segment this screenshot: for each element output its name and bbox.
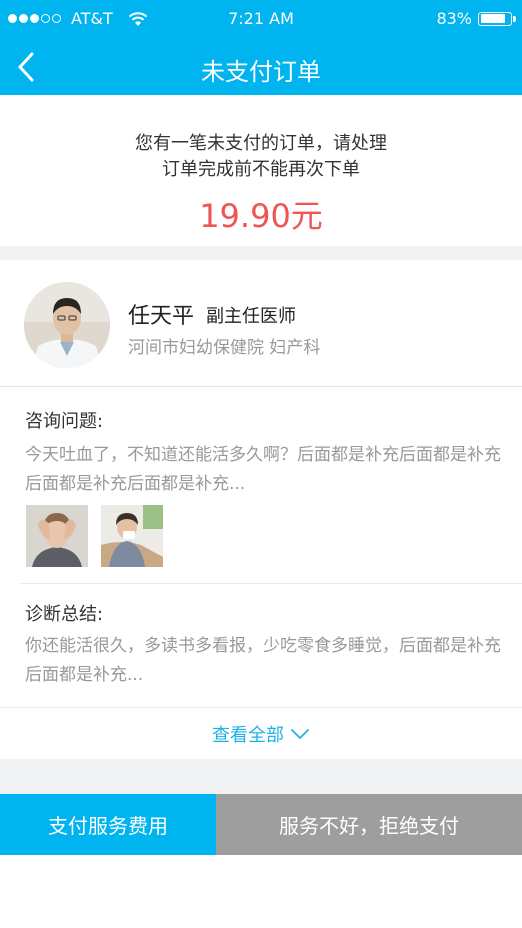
- pay-button-label: 支付服务费用: [48, 814, 168, 838]
- page-title: 未支付订单: [201, 58, 321, 86]
- order-message-line2: 订单完成前不能再次下单: [162, 159, 360, 180]
- doctor-title: 副主任医师: [206, 306, 296, 327]
- order-summary: 您有一笔未支付的订单，请处理 订单完成前不能再次下单 19.90元: [0, 95, 522, 246]
- nav-bar: 未支付订单: [0, 38, 522, 95]
- section-gap: [0, 246, 522, 260]
- chevron-down-icon: [291, 728, 309, 739]
- pay-service-fee-button[interactable]: 支付服务费用: [0, 794, 216, 855]
- question-image-1[interactable]: [26, 505, 88, 567]
- consultation-question: 今天吐血了，不知道还能活多久啊？后面都是补充后面都是补充后面都是补充后面都是补充…: [25, 445, 501, 494]
- doctor-hospital: 河间市妇幼保健院 妇产科: [128, 338, 321, 358]
- refuse-button-label: 服务不好，拒绝支付: [279, 814, 459, 838]
- section-gap: [0, 759, 522, 794]
- diagnosis-label: 诊断总结:: [25, 604, 104, 625]
- question-image-2[interactable]: [101, 505, 163, 567]
- view-all-button[interactable]: 查看全部: [0, 708, 522, 759]
- order-message-line1: 您有一笔未支付的订单，请处理: [135, 133, 387, 154]
- view-all-label: 查看全部: [212, 724, 284, 746]
- battery-percent: 83%: [436, 9, 472, 28]
- consultation-label: 咨询问题:: [25, 411, 104, 432]
- status-right: 83%: [436, 9, 516, 28]
- order-amount: 19.90元: [199, 197, 323, 235]
- doctor-card: 任天平 副主任医师 河间市妇幼保健院 妇产科: [0, 260, 522, 387]
- battery-icon: [478, 11, 516, 26]
- status-bar: AT&T 7:21 AM 83%: [0, 0, 522, 38]
- diagnosis-summary: 你还能活很久，多读书多看报，少吃零食多睡觉，后面都是补充后面都是补充...: [25, 636, 501, 685]
- consultation-section: 咨询问题: 今天吐血了，不知道还能活多久啊？后面都是补充后面都是补充后面都是补充…: [0, 387, 522, 759]
- doctor-name: 任天平: [128, 304, 195, 329]
- doctor-avatar: [24, 282, 110, 368]
- refuse-payment-button[interactable]: 服务不好，拒绝支付: [216, 794, 522, 855]
- section-divider: [20, 583, 522, 584]
